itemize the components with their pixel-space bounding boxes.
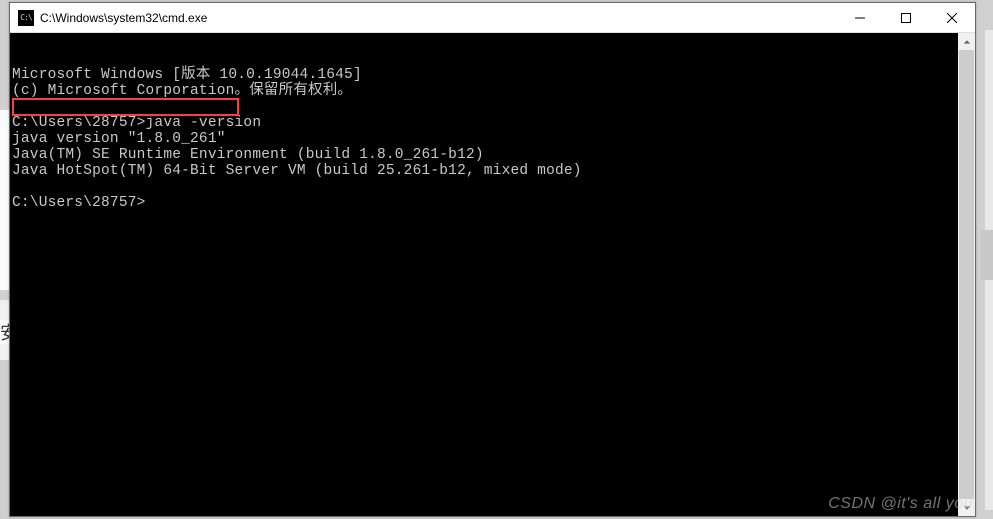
maximize-icon (901, 13, 911, 23)
scroll-down-button[interactable] (958, 499, 975, 516)
background-panel (981, 230, 993, 280)
cmd-icon: C:\ (18, 10, 34, 26)
maximize-button[interactable] (883, 3, 929, 32)
minimize-icon (855, 13, 865, 23)
window-title: C:\Windows\system32\cmd.exe (40, 11, 837, 25)
close-icon (947, 13, 957, 23)
terminal-line: java version "1.8.0_261" (12, 131, 958, 147)
scroll-up-button[interactable] (958, 33, 975, 50)
window-client-area: Microsoft Windows [版本 10.0.19044.1645](c… (10, 33, 975, 516)
minimize-button[interactable] (837, 3, 883, 32)
terminal-line: C:\Users\28757> (12, 195, 958, 211)
terminal-line: Microsoft Windows [版本 10.0.19044.1645] (12, 67, 958, 83)
terminal-output[interactable]: Microsoft Windows [版本 10.0.19044.1645](c… (10, 33, 958, 516)
scrollbar-track[interactable] (958, 50, 975, 499)
terminal-line: Java(TM) SE Runtime Environment (build 1… (12, 147, 958, 163)
terminal-line (12, 179, 958, 195)
close-button[interactable] (929, 3, 975, 32)
scrollbar-thumb[interactable] (959, 50, 974, 499)
terminal-line: C:\Users\28757>java -version (12, 115, 958, 131)
window-titlebar[interactable]: C:\ C:\Windows\system32\cmd.exe (10, 3, 975, 33)
chevron-up-icon (963, 38, 971, 46)
terminal-line: (c) Microsoft Corporation。保留所有权利。 (12, 83, 958, 99)
terminal-line: Java HotSpot(TM) 64-Bit Server VM (build… (12, 163, 958, 179)
cmd-window: C:\ C:\Windows\system32\cmd.exe Microsof… (9, 2, 976, 517)
vertical-scrollbar[interactable] (958, 33, 975, 516)
chevron-down-icon (963, 504, 971, 512)
window-controls (837, 3, 975, 32)
terminal-line (12, 99, 958, 115)
